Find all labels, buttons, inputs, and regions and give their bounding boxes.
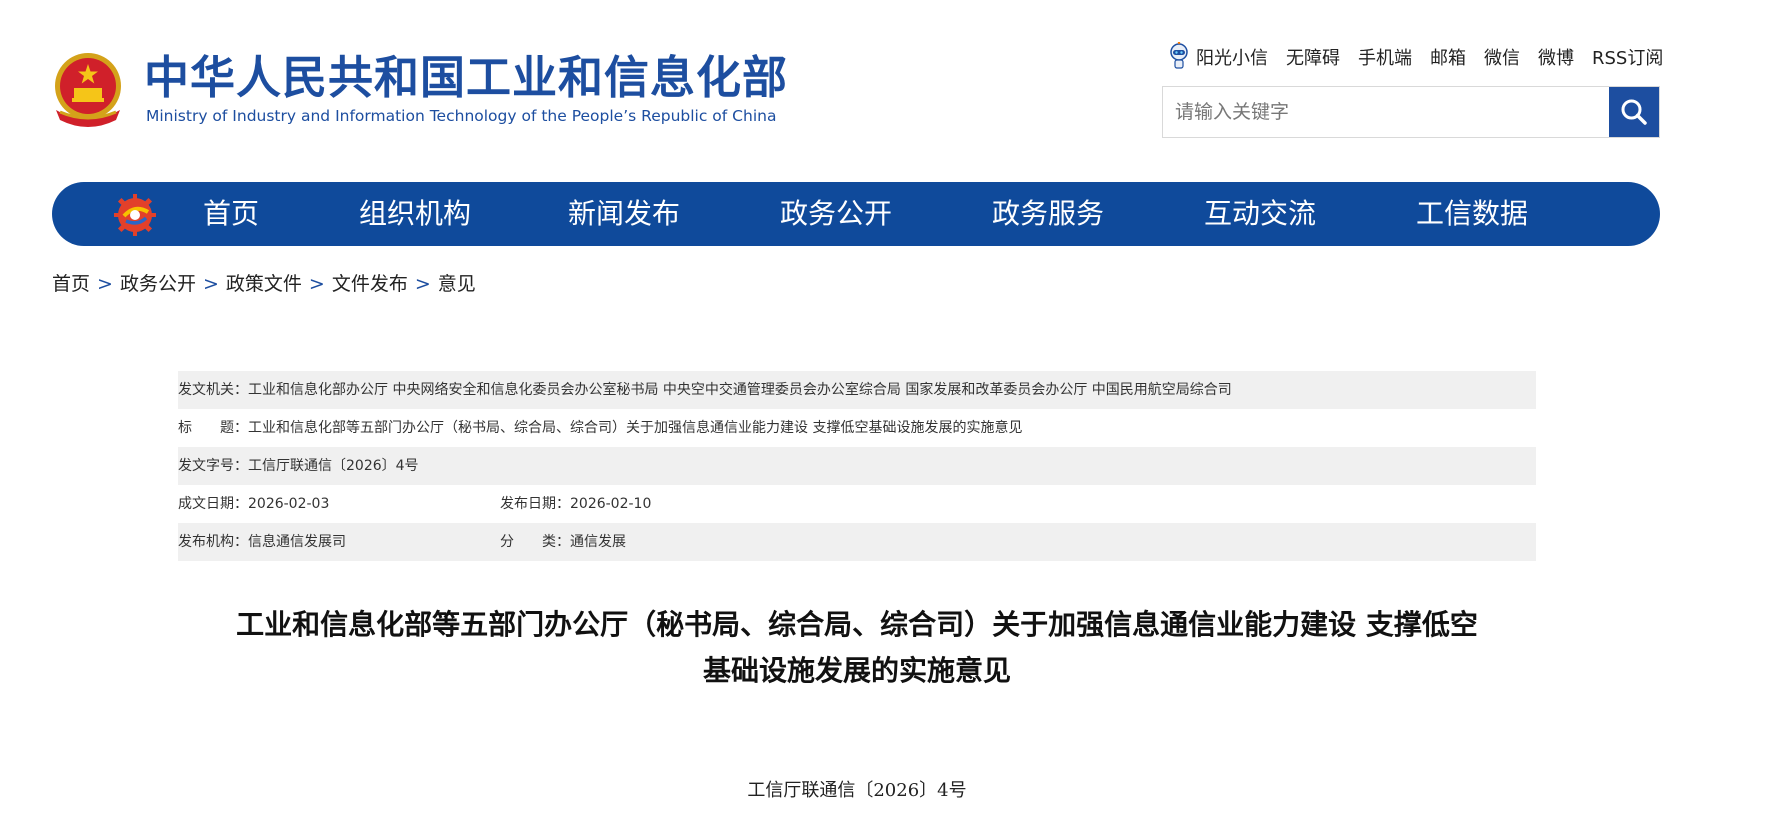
nav-item-interaction[interactable]: 互动交流: [1204, 182, 1316, 246]
nav-item-home[interactable]: 首页: [203, 182, 259, 246]
issuer-value: 工业和信息化部办公厅 中央网络安全和信息化委员会办公室秘书局 中央空中交通管理委…: [248, 382, 1232, 398]
info-row-issuer: 发文机关：工业和信息化部办公厅 中央网络安全和信息化委员会办公室秘书局 中央空中…: [178, 371, 1536, 409]
nav-item-government-affairs[interactable]: 政务公开: [780, 182, 892, 246]
ministry-name-en[interactable]: Ministry of Industry and Information Tec…: [146, 106, 776, 126]
info-row-org-category: 发布机构：信息通信发展司 分 类：通信发展: [178, 523, 1536, 561]
doc-number-value: 工信厅联通信〔2026〕4号: [248, 458, 419, 474]
search-box: [1162, 86, 1660, 138]
nav-item-news[interactable]: 新闻发布: [568, 182, 680, 246]
document-info-table: 发文机关：工业和信息化部办公厅 中央网络安全和信息化委员会办公室秘书局 中央空中…: [178, 371, 1536, 561]
published-date-label: 发布日期：: [500, 496, 570, 512]
article-title: 工业和信息化部等五部门办公厅（秘书局、综合局、综合司）关于加强信息通信业能力建设…: [178, 602, 1536, 694]
search-button[interactable]: [1609, 87, 1659, 137]
published-date-value: 2026-02-10: [570, 496, 652, 512]
nav-item-data[interactable]: 工信数据: [1416, 182, 1528, 246]
top-link-mailbox[interactable]: 邮箱: [1430, 44, 1466, 70]
ministry-name-cn[interactable]: 中华人民共和国工业和信息化部: [144, 50, 788, 105]
search-input[interactable]: [1163, 87, 1609, 137]
top-link-weibo[interactable]: 微博: [1538, 44, 1574, 70]
top-link-mobile[interactable]: 手机端: [1358, 44, 1412, 70]
org-label: 发布机构：: [178, 534, 248, 550]
breadcrumb-policy-documents[interactable]: 政策文件: [226, 273, 302, 295]
info-row-doc-number: 发文字号：工信厅联通信〔2026〕4号: [178, 447, 1536, 485]
search-icon: [1621, 99, 1647, 125]
category: 分 类：通信发展: [500, 523, 626, 561]
article-doc-number: 工信厅联通信〔2026〕4号: [747, 780, 967, 801]
top-links-bar: 阳光小信 无障碍 手机端 邮箱 微信 微博 RSS订阅: [1168, 42, 1663, 72]
national-emblem-icon[interactable]: [50, 50, 126, 130]
breadcrumb-separator: >: [97, 273, 113, 295]
published-date: 发布日期：2026-02-10: [500, 485, 651, 523]
breadcrumb-document-release[interactable]: 文件发布: [332, 273, 408, 295]
created-date-value: 2026-02-03: [248, 496, 330, 512]
org-value: 信息通信发展司: [248, 534, 346, 550]
category-label: 分 类：: [500, 534, 570, 550]
breadcrumb-government-affairs[interactable]: 政务公开: [120, 273, 196, 295]
info-row-title: 标 题：工业和信息化部等五部门办公厅（秘书局、综合局、综合司）关于加强信息通信业…: [178, 409, 1536, 447]
category-value: 通信发展: [570, 534, 626, 550]
article-title-line-2: 基础设施发展的实施意见: [702, 654, 1011, 687]
breadcrumb-separator: >: [308, 273, 325, 295]
doc-number-label: 发文字号：: [178, 458, 248, 474]
info-row-dates: 成文日期：2026-02-03 发布日期：2026-02-10: [178, 485, 1536, 523]
site-header: 中华人民共和国工业和信息化部 Ministry of Industry and …: [0, 0, 1772, 150]
nav-item-government-services[interactable]: 政务服务: [992, 182, 1104, 246]
issuer-label: 发文机关：: [178, 382, 248, 398]
nav-item-organization[interactable]: 组织机构: [359, 182, 471, 246]
article-title-line-1: 工业和信息化部等五部门办公厅（秘书局、综合局、综合司）关于加强信息通信业能力建设…: [236, 608, 1478, 641]
title-value: 工业和信息化部等五部门办公厅（秘书局、综合局、综合司）关于加强信息通信业能力建设…: [248, 420, 1023, 436]
title-label: 标 题：: [178, 420, 248, 436]
robot-assistant-icon[interactable]: [1168, 42, 1190, 72]
miit-gear-logo-icon[interactable]: [114, 194, 156, 236]
breadcrumb-separator: >: [202, 273, 219, 295]
top-link-rss[interactable]: RSS订阅: [1592, 44, 1663, 70]
breadcrumb-home[interactable]: 首页: [52, 273, 90, 295]
top-link-accessibility[interactable]: 无障碍: [1286, 44, 1340, 70]
breadcrumb: 首页 > 政务公开 > 政策文件 > 文件发布 > 意见: [52, 272, 476, 296]
main-nav: 首页 组织机构 新闻发布 政务公开 政务服务 互动交流 工信数据: [52, 182, 1660, 246]
top-link-sunshine-xiaoxin[interactable]: 阳光小信: [1196, 44, 1268, 70]
breadcrumb-opinions[interactable]: 意见: [438, 273, 476, 295]
breadcrumb-separator: >: [414, 273, 431, 295]
top-link-wechat[interactable]: 微信: [1484, 44, 1520, 70]
created-date-label: 成文日期：: [178, 496, 248, 512]
